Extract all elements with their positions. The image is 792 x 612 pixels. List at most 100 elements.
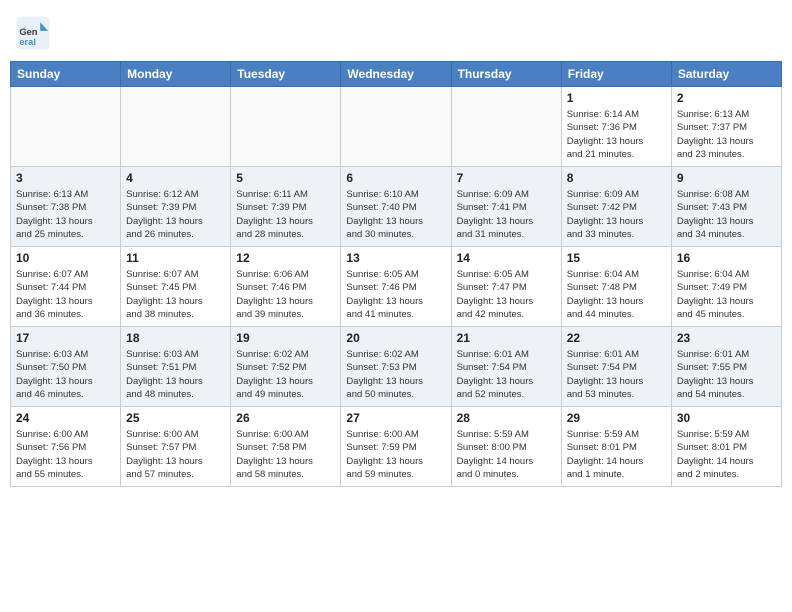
day-number: 12 [236,251,335,265]
table-row: 2 Sunrise: 6:13 AM Sunset: 7:37 PM Daylig… [671,87,781,167]
table-row: 20Sunrise: 6:02 AM Sunset: 7:53 PM Dayli… [341,327,451,407]
day-number: 26 [236,411,335,425]
day-number: 27 [346,411,445,425]
day-number: 11 [126,251,225,265]
header-monday: Monday [121,62,231,87]
day-info: Sunrise: 6:04 AM Sunset: 7:49 PM Dayligh… [677,268,776,321]
table-row: 12 Sunrise: 6:06 AM Sunset: 7:46 PM Dayli… [231,247,341,327]
day-info: Sunrise: 5:59 AM Sunset: 8:01 PM Dayligh… [567,428,666,481]
day-number: 15 [567,251,666,265]
header-friday: Friday [561,62,671,87]
day-number: 25 [126,411,225,425]
day-number: 6 [346,171,445,185]
day-info: Sunrise: 5:59 AM Sunset: 8:00 PM Dayligh… [457,428,556,481]
day-number: 23 [677,331,776,345]
calendar-table: SundayMondayTuesdayWednesdayThursdayFrid… [10,61,782,487]
table-row: 19 Sunrise: 6:02 AM Sunset: 7:52 PM Dayli… [231,327,341,407]
day-number: 14 [457,251,556,265]
table-row: 3Sunrise: 6:13 AM Sunset: 7:38 PM Daylig… [11,167,121,247]
table-row [11,87,121,167]
table-row: 25 Sunrise: 6:00 AM Sunset: 7:57 PM Dayli… [121,407,231,487]
calendar-week-4: 17Sunrise: 6:03 AM Sunset: 7:50 PM Dayli… [11,327,782,407]
day-info: Sunrise: 6:00 AM Sunset: 7:59 PM Dayligh… [346,428,445,481]
day-number: 9 [677,171,776,185]
header-thursday: Thursday [451,62,561,87]
calendar-week-5: 24 Sunrise: 6:00 AM Sunset: 7:56 PM Dayli… [11,407,782,487]
day-info: Sunrise: 6:14 AM Sunset: 7:36 PM Dayligh… [567,108,666,161]
day-number: 1 [567,91,666,105]
calendar-week-2: 3Sunrise: 6:13 AM Sunset: 7:38 PM Daylig… [11,167,782,247]
calendar-week-1: 1 Sunrise: 6:14 AM Sunset: 7:36 PM Daylig… [11,87,782,167]
day-number: 28 [457,411,556,425]
table-row: 14 Sunrise: 6:05 AM Sunset: 7:47 PM Dayli… [451,247,561,327]
day-info: Sunrise: 6:12 AM Sunset: 7:39 PM Dayligh… [126,188,225,241]
table-row: 17Sunrise: 6:03 AM Sunset: 7:50 PM Dayli… [11,327,121,407]
table-row: 16 Sunrise: 6:04 AM Sunset: 7:49 PM Dayli… [671,247,781,327]
table-row: 18Sunrise: 6:03 AM Sunset: 7:51 PM Dayli… [121,327,231,407]
table-row: 8 Sunrise: 6:09 AM Sunset: 7:42 PM Daylig… [561,167,671,247]
day-number: 16 [677,251,776,265]
day-info: Sunrise: 6:01 AM Sunset: 7:54 PM Dayligh… [457,348,556,401]
table-row: 30Sunrise: 5:59 AM Sunset: 8:01 PM Dayli… [671,407,781,487]
svg-text:Gen: Gen [19,27,37,37]
logo: Gen eral [15,15,53,51]
table-row: 29 Sunrise: 5:59 AM Sunset: 8:01 PM Dayli… [561,407,671,487]
day-info: Sunrise: 6:00 AM Sunset: 7:57 PM Dayligh… [126,428,225,481]
day-info: Sunrise: 6:00 AM Sunset: 7:58 PM Dayligh… [236,428,335,481]
day-info: Sunrise: 6:03 AM Sunset: 7:51 PM Dayligh… [126,348,225,401]
table-row: 24 Sunrise: 6:00 AM Sunset: 7:56 PM Dayli… [11,407,121,487]
day-number: 19 [236,331,335,345]
header-tuesday: Tuesday [231,62,341,87]
day-number: 5 [236,171,335,185]
day-info: Sunrise: 6:01 AM Sunset: 7:55 PM Dayligh… [677,348,776,401]
day-number: 22 [567,331,666,345]
table-row: 6 Sunrise: 6:10 AM Sunset: 7:40 PM Daylig… [341,167,451,247]
day-number: 29 [567,411,666,425]
day-info: Sunrise: 6:10 AM Sunset: 7:40 PM Dayligh… [346,188,445,241]
day-info: Sunrise: 6:07 AM Sunset: 7:44 PM Dayligh… [16,268,115,321]
svg-text:eral: eral [19,37,36,47]
table-row: 21 Sunrise: 6:01 AM Sunset: 7:54 PM Dayli… [451,327,561,407]
day-number: 7 [457,171,556,185]
day-info: Sunrise: 5:59 AM Sunset: 8:01 PM Dayligh… [677,428,776,481]
day-number: 21 [457,331,556,345]
calendar-header-row: SundayMondayTuesdayWednesdayThursdayFrid… [11,62,782,87]
table-row: 27 Sunrise: 6:00 AM Sunset: 7:59 PM Dayli… [341,407,451,487]
day-info: Sunrise: 6:02 AM Sunset: 7:52 PM Dayligh… [236,348,335,401]
table-row: 11 Sunrise: 6:07 AM Sunset: 7:45 PM Dayli… [121,247,231,327]
day-number: 8 [567,171,666,185]
day-number: 24 [16,411,115,425]
day-info: Sunrise: 6:05 AM Sunset: 7:46 PM Dayligh… [346,268,445,321]
day-info: Sunrise: 6:05 AM Sunset: 7:47 PM Dayligh… [457,268,556,321]
day-info: Sunrise: 6:11 AM Sunset: 7:39 PM Dayligh… [236,188,335,241]
table-row: 7Sunrise: 6:09 AM Sunset: 7:41 PM Daylig… [451,167,561,247]
day-number: 2 [677,91,776,105]
day-info: Sunrise: 6:03 AM Sunset: 7:50 PM Dayligh… [16,348,115,401]
table-row: 5 Sunrise: 6:11 AM Sunset: 7:39 PM Daylig… [231,167,341,247]
table-row: 15 Sunrise: 6:04 AM Sunset: 7:48 PM Dayli… [561,247,671,327]
logo-icon: Gen eral [15,15,51,51]
page-header: Gen eral [10,10,782,51]
table-row [231,87,341,167]
day-number: 10 [16,251,115,265]
day-info: Sunrise: 6:06 AM Sunset: 7:46 PM Dayligh… [236,268,335,321]
table-row [121,87,231,167]
table-row: 13Sunrise: 6:05 AM Sunset: 7:46 PM Dayli… [341,247,451,327]
table-row: 4Sunrise: 6:12 AM Sunset: 7:39 PM Daylig… [121,167,231,247]
day-info: Sunrise: 6:08 AM Sunset: 7:43 PM Dayligh… [677,188,776,241]
header-saturday: Saturday [671,62,781,87]
day-info: Sunrise: 6:00 AM Sunset: 7:56 PM Dayligh… [16,428,115,481]
day-number: 3 [16,171,115,185]
header-wednesday: Wednesday [341,62,451,87]
day-info: Sunrise: 6:02 AM Sunset: 7:53 PM Dayligh… [346,348,445,401]
day-info: Sunrise: 6:07 AM Sunset: 7:45 PM Dayligh… [126,268,225,321]
day-info: Sunrise: 6:01 AM Sunset: 7:54 PM Dayligh… [567,348,666,401]
day-info: Sunrise: 6:13 AM Sunset: 7:37 PM Dayligh… [677,108,776,161]
table-row: 22 Sunrise: 6:01 AM Sunset: 7:54 PM Dayli… [561,327,671,407]
day-info: Sunrise: 6:09 AM Sunset: 7:42 PM Dayligh… [567,188,666,241]
table-row: 9 Sunrise: 6:08 AM Sunset: 7:43 PM Daylig… [671,167,781,247]
table-row: 28 Sunrise: 5:59 AM Sunset: 8:00 PM Dayli… [451,407,561,487]
calendar-week-3: 10 Sunrise: 6:07 AM Sunset: 7:44 PM Dayli… [11,247,782,327]
day-info: Sunrise: 6:04 AM Sunset: 7:48 PM Dayligh… [567,268,666,321]
table-row: 10 Sunrise: 6:07 AM Sunset: 7:44 PM Dayli… [11,247,121,327]
